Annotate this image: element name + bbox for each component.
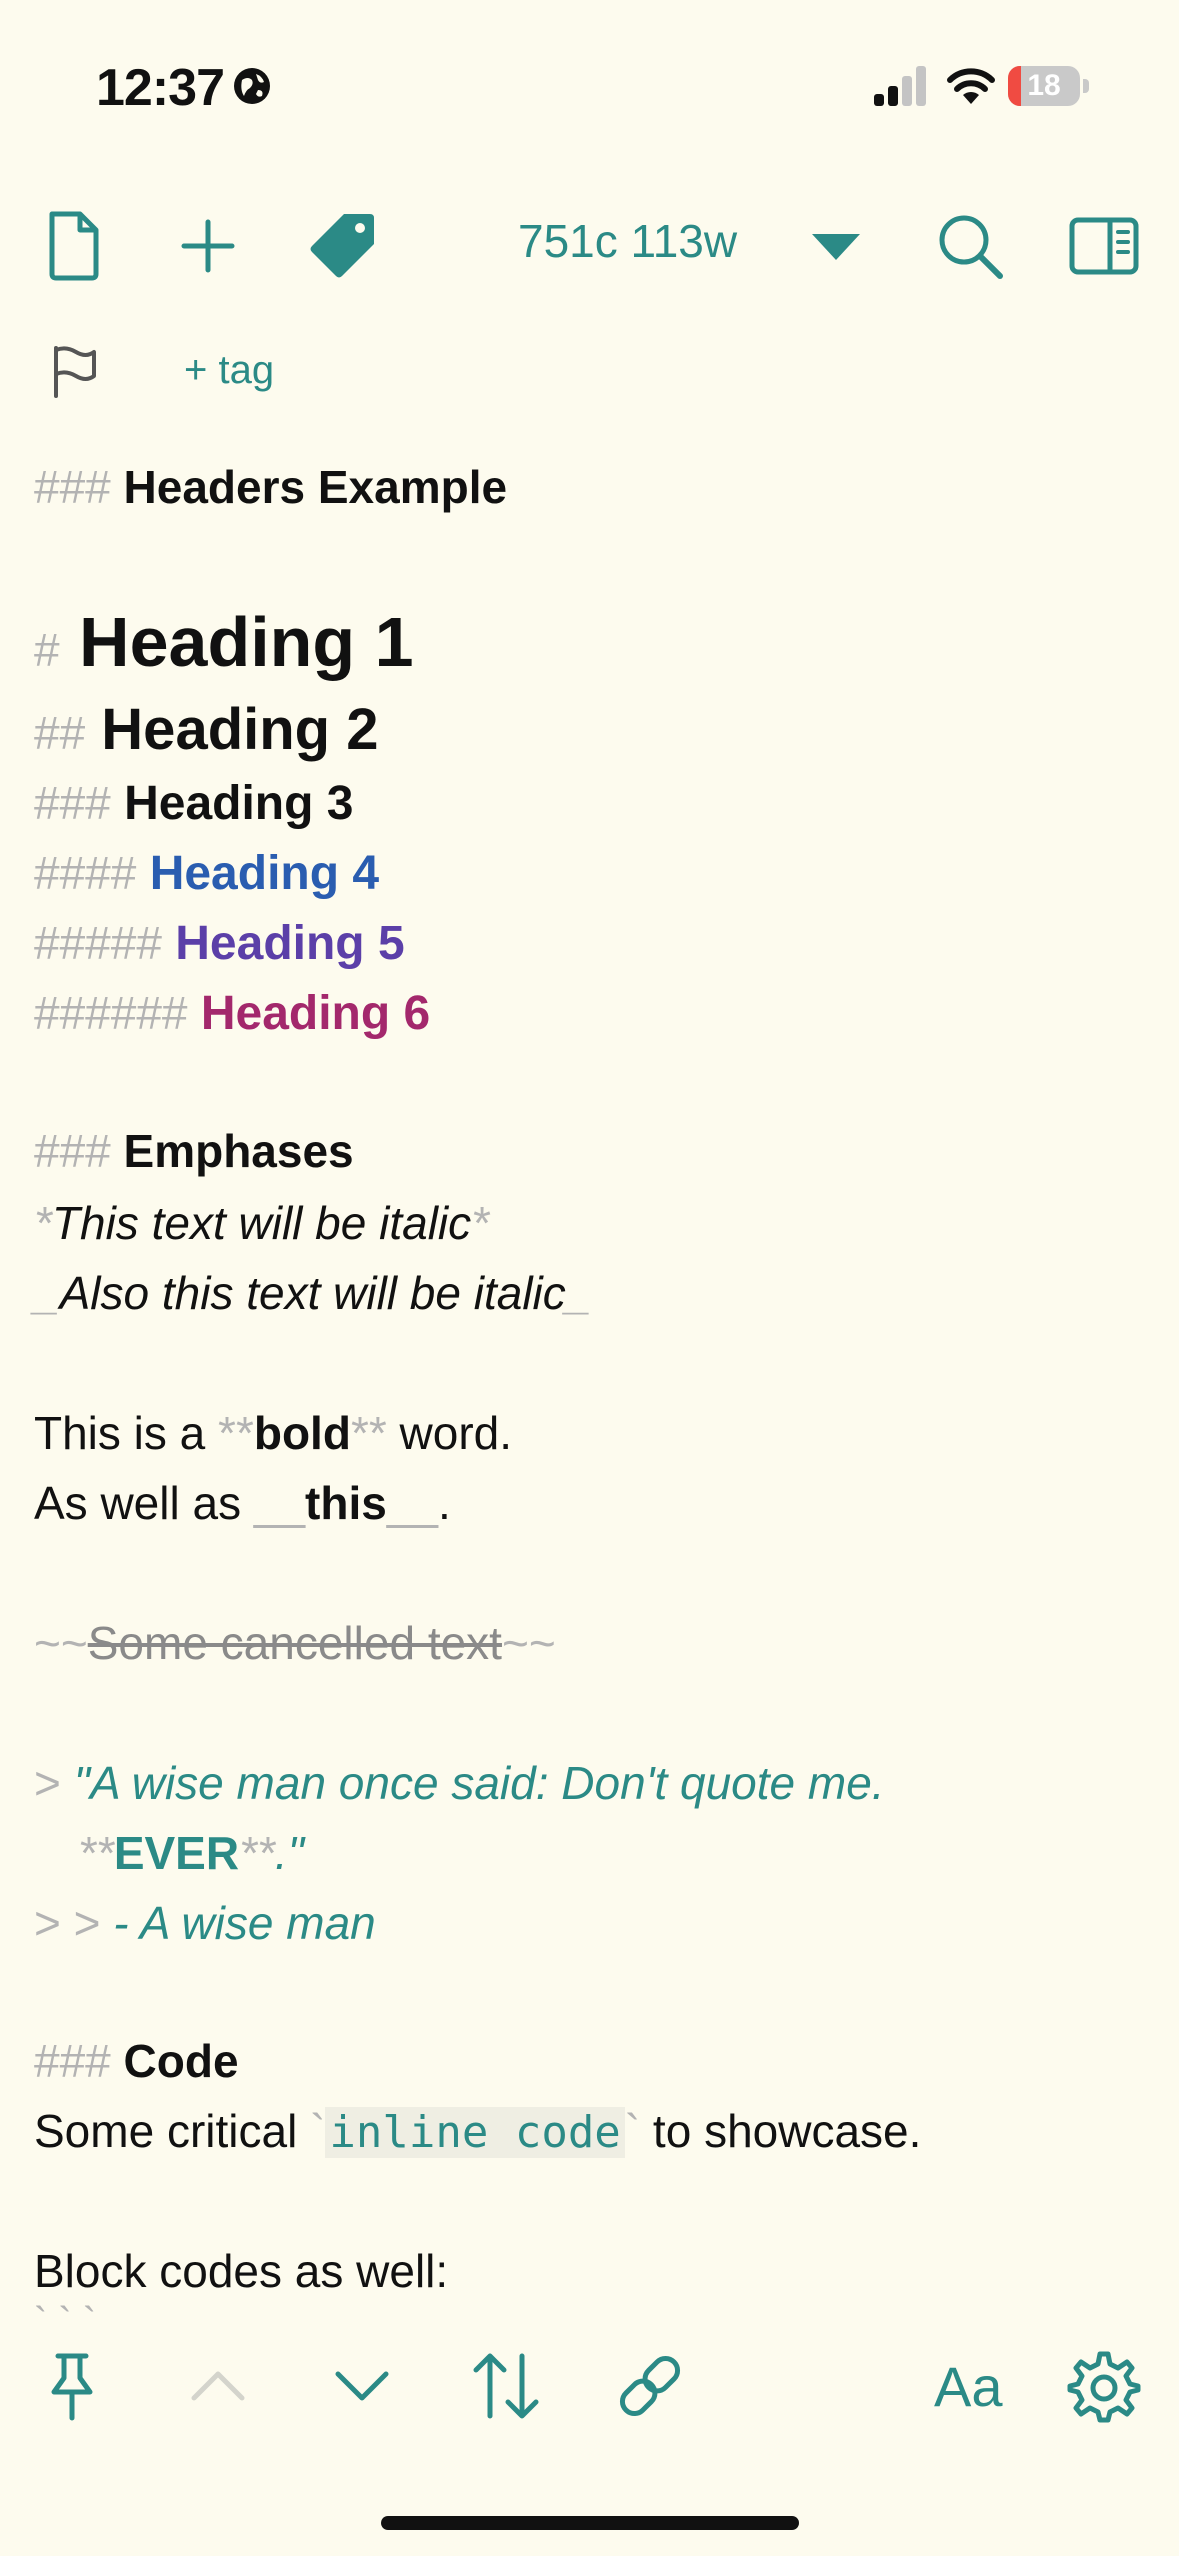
- search-icon[interactable]: [930, 206, 1010, 286]
- inline-code: inline code: [325, 2107, 625, 2158]
- document-icon[interactable]: [34, 206, 114, 286]
- tag-icon[interactable]: [304, 204, 384, 284]
- bold-line-1[interactable]: This is a **bold** word.: [34, 1406, 512, 1460]
- bold-line-2[interactable]: As well as __this__.: [34, 1476, 451, 1530]
- block-code-line[interactable]: Block codes as well:: [34, 2244, 448, 2298]
- sort-icon[interactable]: [466, 2346, 546, 2426]
- heading-6[interactable]: ###### Heading 6: [34, 986, 430, 1041]
- heading-marker: ###: [34, 461, 111, 513]
- blockquote-line-1[interactable]: > "A wise man once said: Don't quote me.: [34, 1756, 885, 1810]
- heading-marker: ######: [34, 987, 188, 1039]
- strikethrough-line[interactable]: ~~Some cancelled text~~: [34, 1616, 556, 1670]
- code-fence-partial: ` ` `: [34, 2300, 97, 2324]
- heading-4[interactable]: #### Heading 4: [34, 846, 379, 901]
- battery-level: 18: [1027, 69, 1061, 102]
- heading-marker: #####: [34, 917, 162, 969]
- heading-marker: ###: [34, 1125, 111, 1177]
- heading-marker: ###: [34, 777, 111, 829]
- inline-code-line[interactable]: Some critical `inline code` to showcase.: [34, 2104, 921, 2158]
- heading-marker: ###: [34, 2035, 111, 2087]
- font-settings-button[interactable]: Aa: [934, 2354, 1003, 2419]
- wifi-icon: [947, 68, 995, 104]
- heading-marker: ##: [34, 707, 86, 759]
- heading-2[interactable]: ## Heading 2: [34, 696, 378, 763]
- heading-5[interactable]: ##### Heading 5: [34, 916, 405, 971]
- chevron-down-icon[interactable]: [322, 2346, 402, 2426]
- add-tag-link[interactable]: + tag: [184, 348, 274, 393]
- headers-example-heading[interactable]: ### Headers Example: [34, 460, 507, 514]
- flag-icon[interactable]: [46, 342, 106, 402]
- cellular-signal-icon: [874, 66, 926, 106]
- blockquote-line-2[interactable]: > > - A wise man: [34, 1896, 376, 1950]
- character-word-counter[interactable]: 751c 113w: [518, 214, 737, 268]
- sidebar-icon[interactable]: [1064, 206, 1144, 286]
- emphases-heading[interactable]: ### Emphases: [34, 1124, 354, 1178]
- triangle-down-icon[interactable]: [796, 206, 876, 286]
- heading-3[interactable]: ### Heading 3: [34, 776, 353, 831]
- home-indicator[interactable]: [381, 2516, 799, 2530]
- link-icon[interactable]: [610, 2346, 690, 2426]
- plus-icon[interactable]: [168, 206, 248, 286]
- status-time: 12:37: [96, 59, 225, 117]
- chevron-up-icon[interactable]: [178, 2346, 258, 2426]
- heading-1[interactable]: # Heading 1: [34, 602, 414, 682]
- globe-icon: [234, 68, 270, 104]
- italic-line-1[interactable]: *This text will be italic*: [34, 1196, 489, 1250]
- gear-icon[interactable]: [1064, 2346, 1144, 2426]
- code-heading[interactable]: ### Code: [34, 2034, 239, 2088]
- blockquote-line-1-wrap[interactable]: **EVER**.": [78, 1826, 304, 1880]
- heading-marker: #: [34, 624, 60, 676]
- pin-icon[interactable]: [32, 2346, 112, 2426]
- heading-marker: ####: [34, 847, 137, 899]
- battery-indicator: 18: [1008, 66, 1090, 108]
- italic-line-2[interactable]: _Also this text will be italic_: [34, 1266, 591, 1320]
